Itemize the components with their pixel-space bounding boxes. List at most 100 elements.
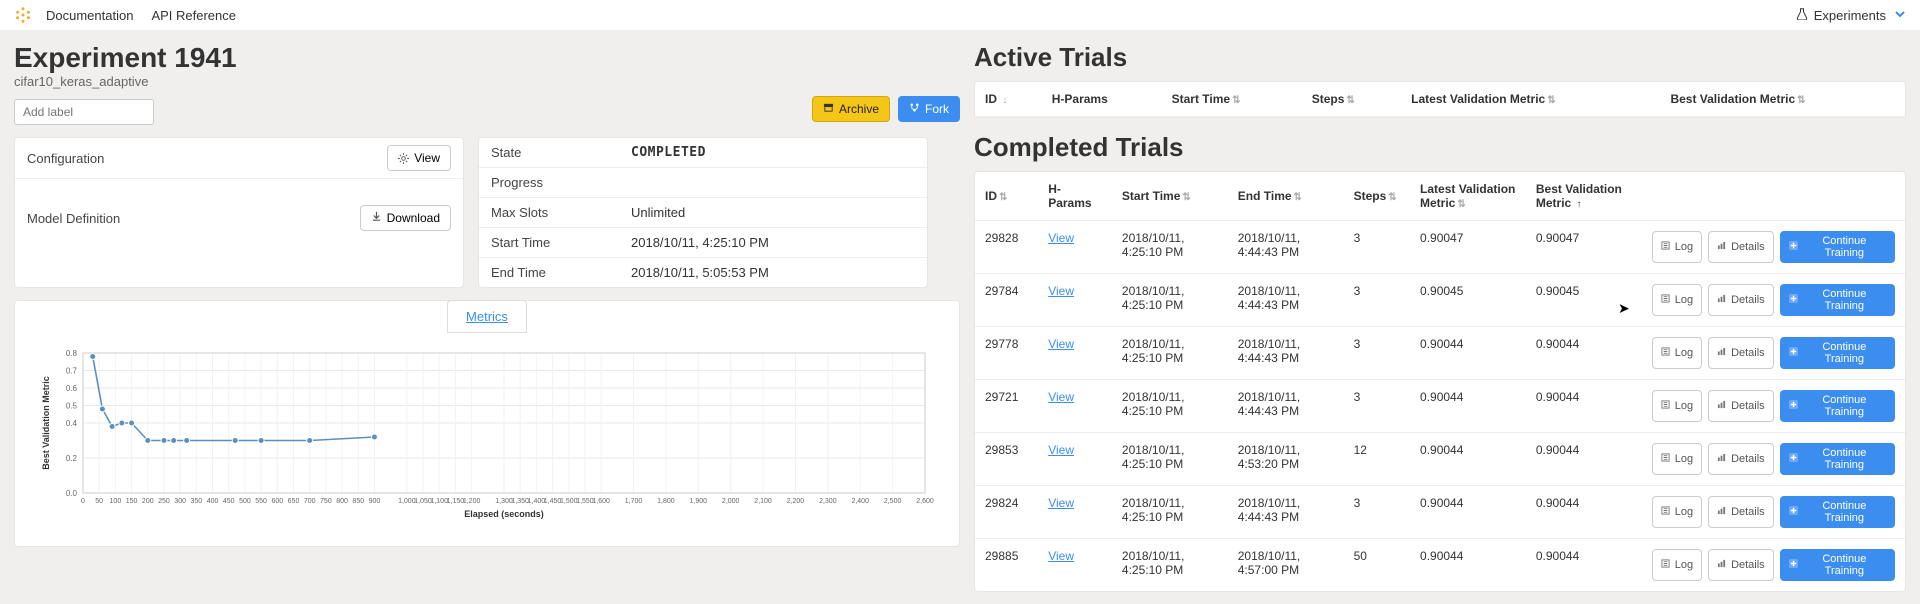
archive-label: Archive [839,102,879,116]
continue-training-button[interactable]: Continue Training [1780,443,1895,475]
completed-trials-title: Completed Trials [974,132,1906,163]
log-button[interactable]: Log [1652,284,1702,316]
details-button[interactable]: Details [1708,390,1774,422]
log-button[interactable]: Log [1652,549,1702,581]
tab-metrics[interactable]: Metrics [447,300,527,333]
nav-experiments[interactable]: Experiments [1814,8,1886,23]
col-id[interactable]: ID⇅ [975,172,1038,221]
svg-text:800: 800 [336,498,348,505]
view-hparams-link[interactable]: View [1048,549,1074,563]
topbar: Documentation API Reference Experiments [0,0,1920,30]
svg-text:50: 50 [95,498,103,505]
col-start-active[interactable]: Start Time⇅ [1162,82,1302,117]
cell-hparams: View [1038,486,1112,539]
col-start[interactable]: Start Time⇅ [1112,172,1228,221]
table-row: 29778View2018/10/11, 4:25:10 PM2018/10/1… [975,327,1905,380]
table-row: 29824View2018/10/11, 4:25:10 PM2018/10/1… [975,486,1905,539]
view-hparams-link[interactable]: View [1048,390,1074,404]
sort-icon: ⇅ [1797,95,1805,106]
table-row: 29853 View 2018/10/11, 4:25:10 PM2018/10/1… [975,433,1905,486]
svg-text:1,000: 1,000 [398,498,416,505]
cell-steps: 50 [1344,539,1410,592]
view-hparams-link[interactable]: View [1048,231,1074,245]
log-button[interactable]: Log [1652,337,1702,369]
cell-latest: 0.90044 [1410,380,1526,433]
cell-best: 0.90044 [1526,327,1642,380]
svg-text:2,100: 2,100 [754,498,772,505]
svg-text:1,050: 1,050 [414,498,432,505]
download-model-button[interactable]: Download [360,205,451,231]
col-best[interactable]: Best Validation Metric ↑ [1526,172,1642,221]
col-end[interactable]: End Time⇅ [1228,172,1344,221]
cell-start: 2018/10/11, 4:25:10 PM [1112,433,1228,486]
cell-start: 2018/10/11, 4:25:10 PM [1112,486,1228,539]
log-button[interactable]: Log [1652,231,1702,263]
nav-documentation[interactable]: Documentation [46,8,133,23]
chevron-down-icon[interactable] [1894,8,1906,23]
details-button[interactable]: Details [1708,496,1774,528]
continue-training-button[interactable]: Continue Training [1780,231,1895,263]
file-icon [1661,400,1670,412]
view-hparams-link[interactable]: View [1048,337,1074,351]
details-button[interactable]: Details [1708,231,1774,263]
view-hparams-link[interactable]: View [1048,284,1074,298]
cell-steps: 3 [1344,221,1410,274]
svg-text:100: 100 [110,498,122,505]
continue-training-button[interactable]: Continue Training [1780,549,1895,581]
details-button[interactable]: Details [1708,549,1774,581]
table-row: 29885View2018/10/11, 4:25:10 PM2018/10/1… [975,539,1905,592]
log-button[interactable]: Log [1652,390,1702,422]
view-hparams-link[interactable]: View [1048,443,1074,457]
cell-id: 29828 [975,221,1038,274]
status-panel: StateCOMPLETED Progress Max SlotsUnlimit… [478,137,928,288]
cell-end: 2018/10/11, 4:44:43 PM [1228,327,1344,380]
svg-text:750: 750 [320,498,332,505]
details-button[interactable]: Details [1708,443,1774,475]
add-label-input[interactable] [14,99,154,125]
cell-best: 0.90047 [1526,221,1642,274]
page-title: Experiment 1941 [14,42,237,74]
col-best-active[interactable]: Best Validation Metric⇅ [1660,82,1905,117]
cell-id: 29853 [975,433,1038,486]
configuration-label: Configuration [27,151,167,166]
col-id-active[interactable]: ID ↓ [975,82,1042,117]
log-button[interactable]: Log [1652,443,1702,475]
view-hparams-link[interactable]: View [1048,496,1074,510]
view-config-button[interactable]: View [387,145,451,171]
svg-text:200: 200 [142,498,154,505]
col-steps-active[interactable]: Steps⇅ [1302,82,1401,117]
svg-text:350: 350 [191,498,203,505]
archive-button[interactable]: Archive [812,96,890,122]
cell-end: 2018/10/11, 4:57:00 PM [1228,539,1344,592]
svg-text:500: 500 [239,498,251,505]
details-button[interactable]: Details [1708,337,1774,369]
continue-training-button[interactable]: Continue Training [1780,284,1895,316]
state-key: State [491,145,631,160]
col-hparams-active[interactable]: H-Params [1042,82,1162,117]
svg-text:1,450: 1,450 [544,498,562,505]
cell-id: 29824 [975,486,1038,539]
cell-hparams: View [1038,221,1112,274]
details-button[interactable]: Details [1708,284,1774,316]
nav-api-reference[interactable]: API Reference [151,8,236,23]
svg-text:400: 400 [207,498,219,505]
continue-training-button[interactable]: Continue Training [1780,496,1895,528]
cell-latest: 0.90044 [1410,327,1526,380]
continue-training-button[interactable]: Continue Training [1780,390,1895,422]
endtime-key: End Time [491,265,631,280]
progress-key: Progress [491,175,631,190]
svg-text:150: 150 [126,498,138,505]
continue-training-button[interactable]: Continue Training [1780,337,1895,369]
cell-end: 2018/10/11, 4:53:20 PM [1228,433,1344,486]
plus-icon [1789,294,1798,306]
svg-text:900: 900 [369,498,381,505]
cell-start: 2018/10/11, 4:25:10 PM [1112,221,1228,274]
cell-latest: 0.90044 [1410,433,1526,486]
log-button[interactable]: Log [1652,496,1702,528]
col-latest[interactable]: Latest Validation Metric⇅ [1410,172,1526,221]
cell-end: 2018/10/11, 4:44:43 PM [1228,221,1344,274]
col-latest-active[interactable]: Latest Validation Metric⇅ [1401,82,1660,117]
fork-button[interactable]: Fork [898,96,960,122]
col-steps[interactable]: Steps⇅ [1344,172,1410,221]
col-hparams[interactable]: H-Params [1038,172,1112,221]
